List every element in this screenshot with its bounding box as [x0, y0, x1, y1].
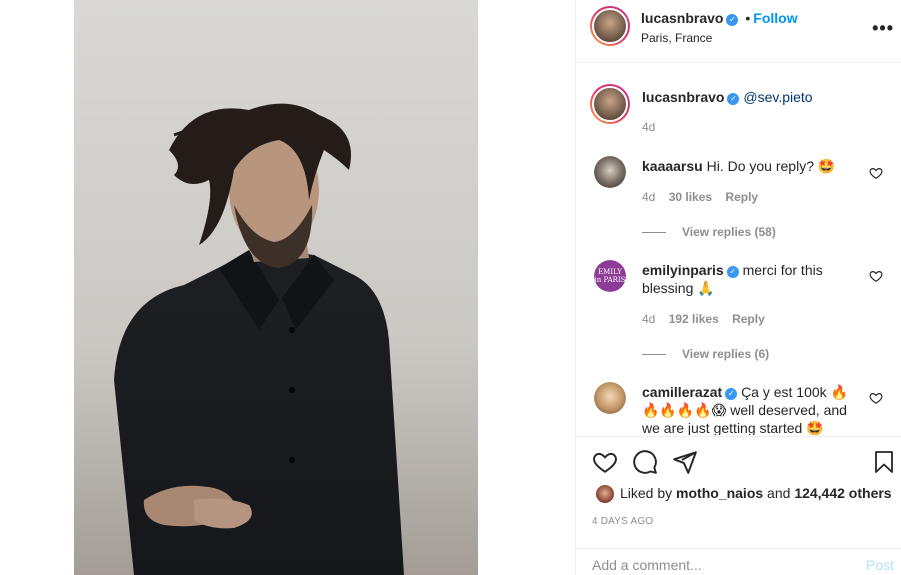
verified-icon: ✓: [725, 388, 738, 400]
caption-avatar-image: [592, 86, 628, 122]
comment-time[interactable]: 4d: [642, 312, 655, 326]
post-comment-button[interactable]: Post: [866, 557, 894, 573]
post-actions: Liked by motho_naios and 124,442 others …: [576, 436, 901, 575]
post-photo[interactable]: [74, 0, 478, 575]
comment-body-line2: 🔥🔥🔥🔥😱 well deserved, and: [642, 402, 847, 418]
comment-avatar[interactable]: [594, 382, 626, 414]
post-date[interactable]: 4 DAYS AGO: [592, 516, 653, 527]
verified-icon: ✓: [727, 93, 740, 105]
comment-username[interactable]: kaaaarsu: [642, 158, 703, 174]
author-avatar[interactable]: [590, 6, 630, 46]
post-side-panel: lucasnbravo ✓ • Follow Paris, France ••• l…: [575, 0, 901, 575]
reply-button[interactable]: Reply: [725, 190, 758, 204]
caption-time[interactable]: 4d: [642, 120, 655, 134]
replies-divider: [642, 353, 666, 355]
comment-username[interactable]: emilyinparis: [642, 262, 724, 278]
follow-button[interactable]: Follow: [753, 10, 797, 26]
view-replies-row[interactable]: View replies (6): [642, 345, 769, 361]
comment-text: camillerazat ✓ Ça y est 100k 🔥 🔥🔥🔥🔥😱 well…: [642, 383, 852, 435]
bookmark-icon[interactable]: [872, 449, 896, 475]
separator-dot: •: [745, 10, 751, 26]
comment-body-line1: merci for this: [742, 262, 823, 278]
like-comment-heart-icon[interactable]: [869, 166, 883, 180]
view-replies-button[interactable]: View replies (6): [682, 347, 769, 361]
like-comment-heart-icon[interactable]: [869, 269, 883, 283]
comment-avatar[interactable]: EMILY in PARIS: [594, 260, 626, 292]
post-location[interactable]: Paris, France: [641, 31, 712, 45]
replies-divider: [642, 231, 666, 233]
comment-username[interactable]: camillerazat: [642, 384, 722, 400]
verified-icon: ✓: [726, 266, 739, 278]
view-replies-button[interactable]: View replies (58): [682, 225, 776, 239]
post-header: lucasnbravo ✓ • Follow Paris, France •••: [576, 0, 901, 63]
comment-bubble-icon[interactable]: [632, 449, 658, 475]
comment-avatar[interactable]: [594, 156, 626, 188]
reply-button[interactable]: Reply: [732, 312, 765, 326]
liked-by-text: Liked by motho_naios and 124,442 others: [620, 485, 892, 501]
comment-body: Hi. Do you reply? 🤩: [706, 158, 836, 174]
caption-avatar[interactable]: [590, 84, 630, 124]
comment-meta: 4d 30 likes Reply: [642, 190, 758, 204]
comment-avatar-image: [594, 156, 626, 188]
share-paper-plane-icon[interactable]: [672, 449, 698, 475]
add-comment-input[interactable]: [592, 557, 842, 573]
author-username[interactable]: lucasnbravo: [641, 10, 723, 26]
comment-body-line2: blessing 🙏: [642, 280, 715, 296]
liked-by-middle: and: [763, 485, 795, 501]
liked-by-user[interactable]: motho_naios: [676, 485, 763, 501]
more-options-icon[interactable]: •••: [872, 18, 894, 39]
comments-section[interactable]: lucasnbravo ✓ @sev.pieto 4d kaaaarsu Hi. …: [576, 64, 901, 435]
author-avatar-image: [592, 8, 628, 44]
liked-by-count[interactable]: 124,442 others: [794, 485, 891, 501]
comment-body-line1: Ça y est 100k 🔥: [741, 384, 848, 400]
comment-body-line3: we are just getting started 🤩: [642, 420, 824, 435]
caption-username[interactable]: lucasnbravo: [642, 89, 724, 105]
comment-time[interactable]: 4d: [642, 190, 655, 204]
like-heart-icon[interactable]: [592, 449, 618, 475]
comment-text: emilyinparis ✓ merci for this blessing 🙏: [642, 261, 842, 297]
comment-likes[interactable]: 30 likes: [669, 190, 712, 204]
caption-text: lucasnbravo ✓ @sev.pieto: [642, 88, 813, 106]
comment-meta: 4d 192 likes Reply: [642, 312, 765, 326]
comment-avatar-image: [594, 382, 626, 414]
liked-by-avatar[interactable]: [596, 485, 614, 503]
verified-icon: ✓: [726, 14, 739, 26]
liked-by-prefix: Liked by: [620, 485, 677, 501]
comment-text: kaaaarsu Hi. Do you reply? 🤩: [642, 157, 835, 175]
like-comment-heart-icon[interactable]: [869, 391, 883, 405]
view-replies-row[interactable]: View replies (58): [642, 223, 776, 239]
caption-mention[interactable]: @sev.pieto: [743, 89, 812, 105]
header-username-row: lucasnbravo ✓ • Follow: [641, 10, 798, 26]
comment-likes[interactable]: 192 likes: [669, 312, 719, 326]
emily-in-paris-logo: EMILY in PARIS: [594, 260, 626, 292]
portrait-illustration: [74, 0, 478, 575]
